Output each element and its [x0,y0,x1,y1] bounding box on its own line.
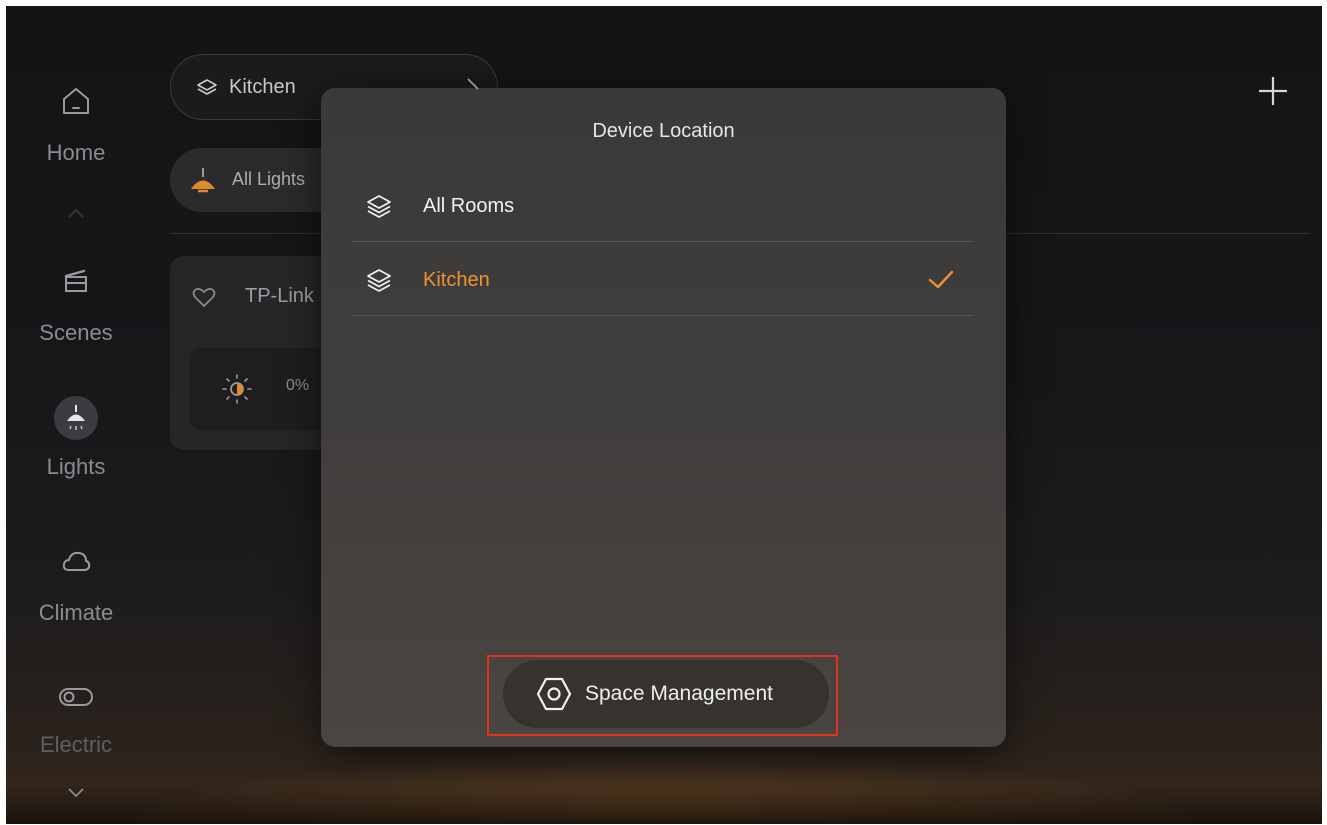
sidebar-item-label: Scenes [39,320,113,345]
layers-icon [367,195,391,218]
room-selector-label: Kitchen [229,76,296,98]
app-screen: Home Scenes Lights Climate Electric Kitc… [6,6,1322,824]
option-divider [351,315,974,316]
sidebar-item-label: Lights [46,454,106,479]
device-location-modal: Device Location All Rooms Kitchen Space … [321,88,1006,747]
highlight-box [487,655,838,736]
filter-chip-label: All Lights [232,169,306,189]
modal-title: Device Location [592,120,735,142]
clapperboard-icon [64,269,87,292]
sidebar-item-home[interactable]: Home [6,84,146,166]
option-divider [351,241,974,242]
sidebar-item-label: Home [46,140,106,165]
location-option-label: All Rooms [423,195,515,217]
chevron-up-icon[interactable] [66,204,86,224]
location-option-all-rooms[interactable]: All Rooms [351,171,974,243]
location-option-kitchen[interactable]: Kitchen [351,245,974,317]
chevron-down-icon[interactable] [66,782,86,802]
lamp-icon [54,396,98,440]
background-horizon [6,784,1322,824]
chevron-right-icon[interactable] [462,76,484,102]
device-name: TP-Link [245,285,314,307]
toggle-icon [59,688,93,706]
sidebar-item-label: Climate [38,600,114,625]
checkmark-icon [928,270,954,289]
layers-icon [197,79,217,95]
layers-icon [367,269,391,292]
cloud-icon [62,551,91,571]
sidebar-item-climate[interactable]: Climate [6,544,146,626]
sidebar-item-electric[interactable]: Electric [6,680,146,758]
sidebar-item-lights[interactable]: Lights [6,396,146,480]
lamp-icon [191,168,215,193]
sidebar-item-scenes[interactable]: Scenes [6,264,146,346]
home-icon [63,88,89,114]
brightness-icon [222,374,252,404]
brightness-value: 0% [286,377,310,394]
heart-icon[interactable] [192,286,216,308]
location-option-label: Kitchen [423,269,490,291]
sidebar-item-label: Electric [39,732,113,757]
add-icon[interactable] [1256,74,1290,108]
